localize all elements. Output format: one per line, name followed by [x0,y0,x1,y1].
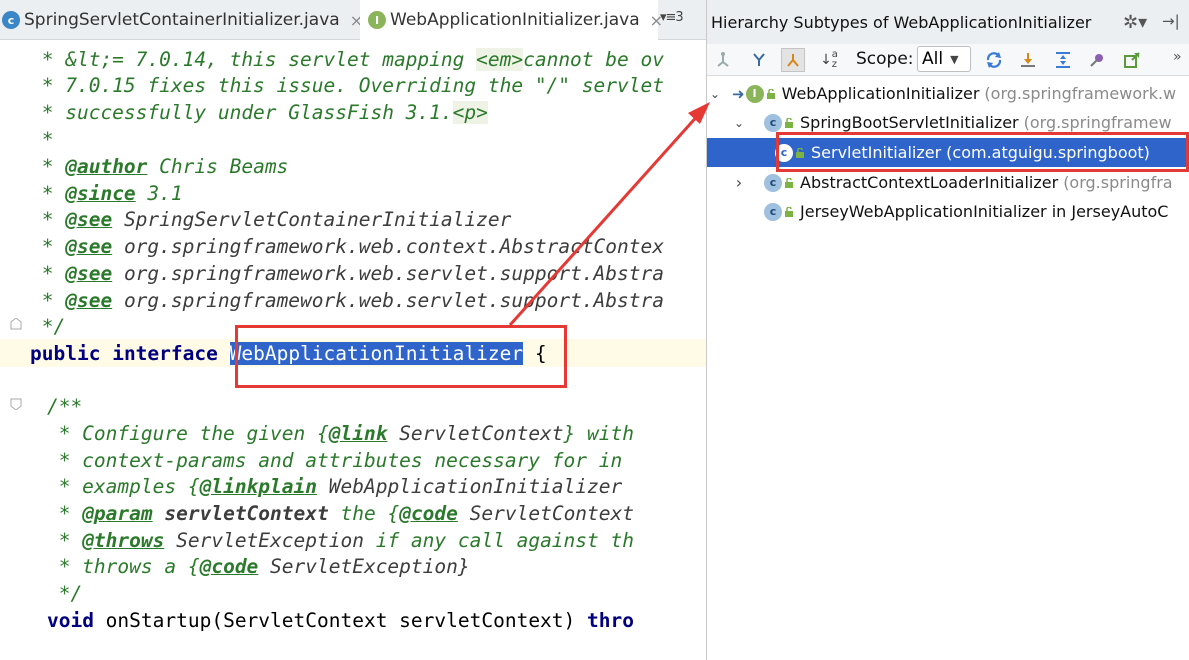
node-name: JerseyWebApplicationInitializer in Jerse… [800,202,1169,221]
sort-alphabetically-icon[interactable]: ↓ a z [817,48,841,72]
class-c-icon: c [2,11,20,29]
class-c-icon: c [764,113,782,132]
node-package: (org.springframew [1023,113,1172,132]
tab-web-application-initializer[interactable]: I WebApplicationInitializer.java × [360,0,663,40]
open-editor-icon[interactable] [1120,48,1144,72]
tab-label: SpringServletContainerInitializer.java [24,10,340,30]
tree-node-jersey-web-application-initializer[interactable]: c JerseyWebApplicationInitializer in Jer… [707,197,1189,226]
expand-arrow-icon[interactable]: ⌄ [708,87,722,101]
node-package: (org.springfra [1063,173,1173,192]
more-actions-icon[interactable]: » [1173,49,1182,65]
code-line: * @see org.springframework.web.servlet.s… [30,262,664,285]
annotation-highlight-box [235,325,567,388]
node-name: SpringBootServletInitializer [800,113,1019,132]
code-line: * throws a {@code ServletException} [0,555,470,578]
code-line: * @see SpringServletContainerInitializer [30,208,512,231]
code-line: * @throws ServletException if any call a… [0,529,634,552]
expand-all-icon[interactable] [1051,48,1075,72]
code-line: */ [30,315,66,338]
type-hierarchy-icon[interactable] [711,48,735,72]
code-line: void onStartup(ServletContext servletCon… [46,609,634,632]
code-line: * @since 3.1 [30,182,183,205]
code-line: * &lt;= 7.0.14, this servlet mapping <em… [30,48,664,71]
editor-tab-bar: c SpringServletContainerInitializer.java… [0,0,706,40]
node-name: WebApplicationInitializer [781,84,980,103]
gear-icon[interactable]: ✲▾ [1123,12,1147,33]
code-line: * successfully under GlassFish 3.1.<p> [30,101,488,124]
supertypes-hierarchy-icon[interactable] [747,48,771,72]
code-line: * Configure the given {@link ServletCont… [0,422,634,445]
tree-node-abstract-context-loader-initializer[interactable]: › c AbstractContextLoaderInitializer (or… [707,168,1189,197]
expand-arrow-icon[interactable]: › [732,173,746,192]
subtypes-hierarchy-icon[interactable] [781,48,805,72]
hierarchy-title: Hierarchy Subtypes of WebApplicationInit… [711,12,1092,32]
code-line: /** [0,395,83,418]
lock-icon [766,88,775,99]
tab-spring-servlet-container-initializer[interactable]: c SpringServletContainerInitializer.java… [0,0,363,40]
hierarchy-panel: Hierarchy Subtypes of WebApplicationInit… [706,0,1189,660]
node-package: (org.springframework.w [984,84,1177,103]
code-line: * @param servletContext the {@code Servl… [0,502,635,525]
interface-i-icon: I [368,11,386,29]
lock-icon [785,206,793,217]
tree-node-web-application-initializer[interactable]: ⌄ ➜ I WebApplicationInitializer (org.spr… [707,79,1189,108]
expand-arrow-icon[interactable]: ⌄ [732,116,746,130]
code-line: * [30,128,54,151]
tab-list-button[interactable]: ▾≡3 [660,10,684,25]
fold-end-icon[interactable] [10,318,22,330]
pin-icon[interactable] [1085,48,1109,72]
code-line: * 7.0.15 fixes this issue. Overriding th… [30,74,664,97]
code-line: * context-params and attributes necessar… [0,449,623,472]
node-name: AbstractContextLoaderInitializer [800,173,1059,192]
scope-select[interactable]: All ▼ [917,46,971,72]
code-line: * @see org.springframework.web.context.A… [30,235,664,258]
abstract-class-icon: c [764,173,782,192]
tab-label: WebApplicationInitializer.java [390,10,640,30]
annotation-highlight-box [776,132,1189,172]
scope-label: Scope: [856,49,914,69]
chevron-down-icon: ▼ [950,52,959,66]
hide-panel-icon[interactable]: →| [1162,12,1180,30]
code-line: * examples {@linkplain WebApplicationIni… [0,475,623,498]
lock-icon [785,177,793,188]
inner-class-icon: c [764,202,782,221]
export-icon[interactable] [1016,48,1040,72]
scope-value: All [922,49,944,69]
hierarchy-header: Hierarchy Subtypes of WebApplicationInit… [707,0,1189,44]
code-line: */ [0,582,83,605]
lock-icon [785,117,793,128]
code-line: * @author Chris Beams [30,155,289,178]
refresh-icon[interactable] [982,48,1006,72]
code-line: * @see org.springframework.web.servlet.s… [30,289,664,312]
hierarchy-toolbar: ↓ a z Scope: All ▼ » [707,44,1189,76]
base-marker-icon: ➜ [732,84,745,103]
interface-i-icon: I [745,84,764,103]
